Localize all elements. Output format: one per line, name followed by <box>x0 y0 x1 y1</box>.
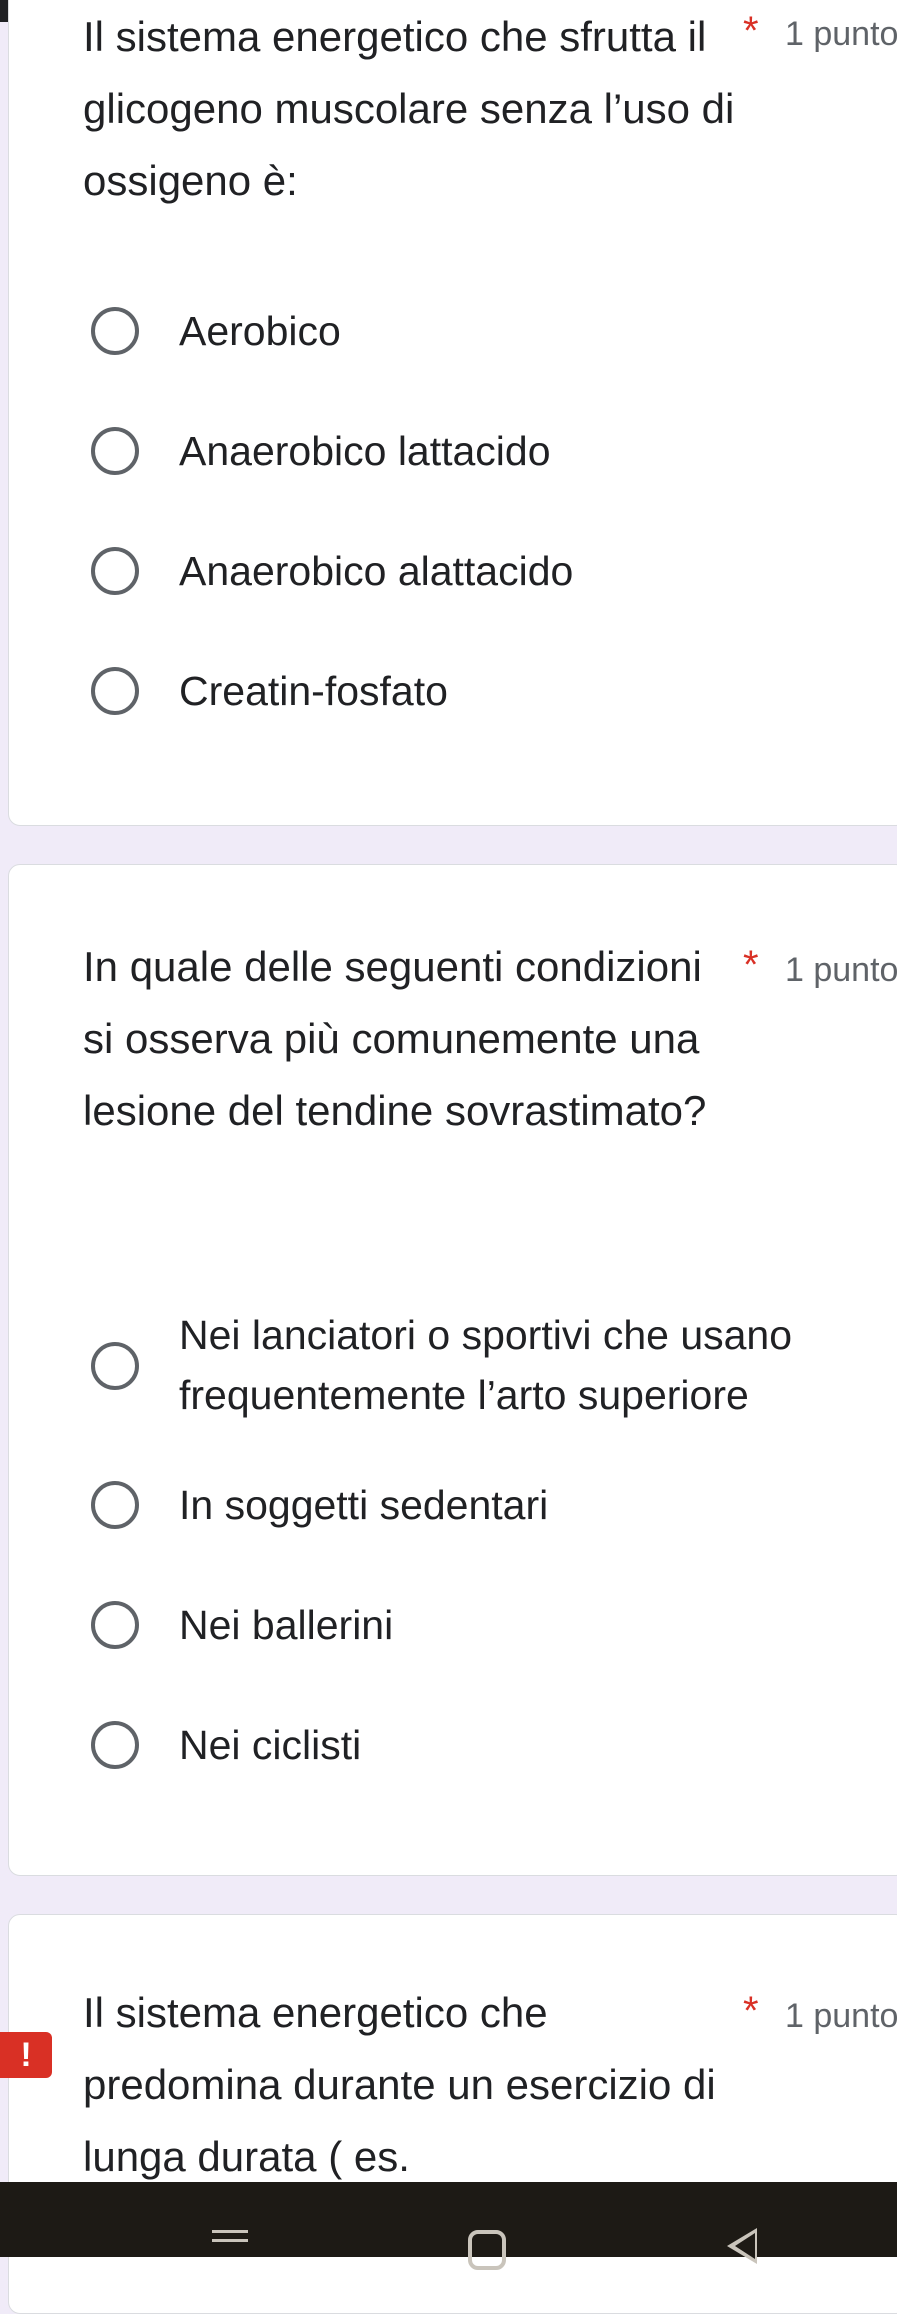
option-label: Nei ballerini <box>179 1602 394 1648</box>
option-label: Nei ciclisti <box>179 1722 362 1768</box>
radio-option-anaerobico-lattacido[interactable]: Anaerobico lattacido <box>83 411 863 491</box>
required-asterisk: * <box>743 943 759 987</box>
radio-circle[interactable] <box>91 307 139 355</box>
menu-icon[interactable] <box>212 2230 248 2242</box>
radio-circle[interactable] <box>91 427 139 475</box>
radio-option-creatin-fosfato[interactable]: Creatin-fosfato <box>83 651 863 731</box>
radio-circle[interactable] <box>91 1481 139 1529</box>
radio-option-ballerini[interactable]: Nei ballerini <box>83 1585 863 1665</box>
option-label: Anaerobico lattacido <box>179 428 551 474</box>
option-label: In soggetti sedentari <box>179 1482 549 1528</box>
question-card-1: Il sistema energetico che sfrutta il gli… <box>8 0 897 826</box>
option-label: Aerobico <box>179 308 341 354</box>
question-card-2: In quale delle seguenti condizioni si os… <box>8 864 897 1876</box>
radio-circle[interactable] <box>91 1601 139 1649</box>
radio-option-lanciatori[interactable]: Nei lanciatori o sportivi che usano freq… <box>83 1295 863 1435</box>
question-title: In quale delle seguenti condizioni si os… <box>83 943 707 1134</box>
required-asterisk: * <box>743 9 759 53</box>
option-label: Creatin-fosfato <box>179 668 448 714</box>
radio-option-ciclisti[interactable]: Nei ciclisti <box>83 1705 863 1785</box>
radio-option-sedentari[interactable]: In soggetti sedentari <box>83 1465 863 1545</box>
points-label: 1 punto <box>785 951 897 989</box>
back-icon[interactable] <box>727 2228 757 2264</box>
radio-circle[interactable] <box>91 667 139 715</box>
points-label: 1 punto <box>785 15 897 53</box>
home-icon[interactable] <box>468 2230 506 2270</box>
question-title: Il sistema energetico che sfrutta il gli… <box>83 13 735 204</box>
radio-circle[interactable] <box>91 1342 139 1390</box>
radio-circle[interactable] <box>91 1721 139 1769</box>
system-navigation-bar <box>0 2182 897 2270</box>
radio-option-aerobico[interactable]: Aerobico <box>83 291 863 371</box>
radio-option-anaerobico-alattacido[interactable]: Anaerobico alattacido <box>83 531 863 611</box>
option-label: Anaerobico alattacido <box>179 548 574 594</box>
question-title: Il sistema energetico che predomina dura… <box>83 1989 716 2180</box>
option-label: Nei lanciatori o sportivi che usano freq… <box>179 1312 793 1418</box>
required-asterisk: * <box>743 1989 759 2033</box>
radio-circle[interactable] <box>91 547 139 595</box>
required-error-badge: ! <box>0 2032 52 2078</box>
points-label: 1 punto <box>785 1997 897 2035</box>
